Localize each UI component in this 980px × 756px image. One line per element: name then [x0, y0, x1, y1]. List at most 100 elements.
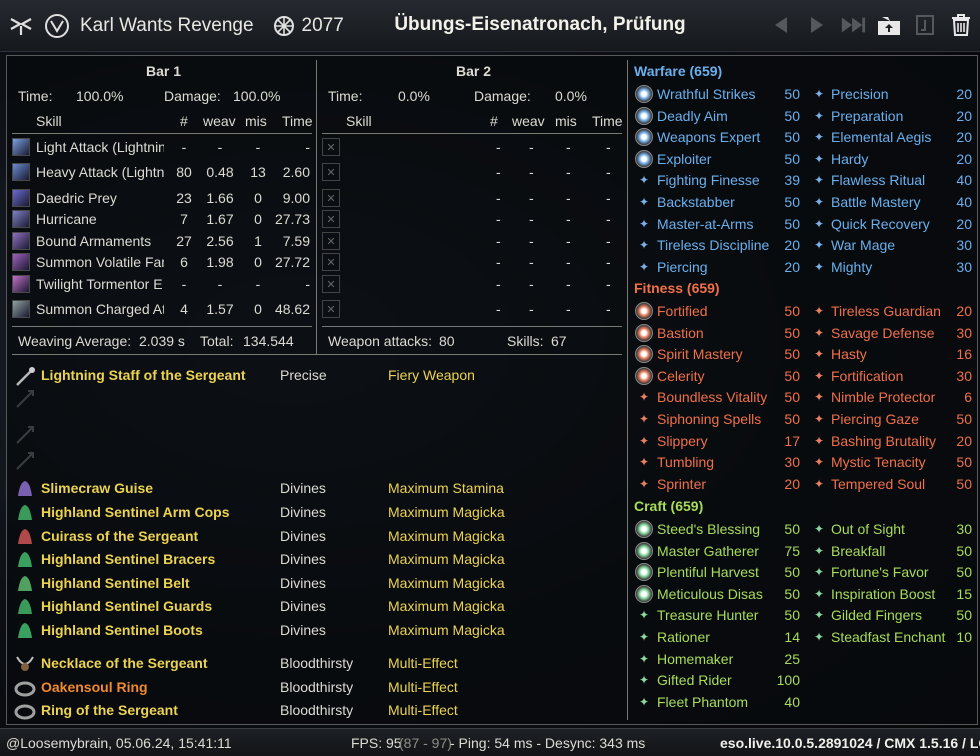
gear-enchant: Maximum Magicka: [388, 622, 505, 638]
log-icon[interactable]: [8, 13, 34, 39]
cp-star-points: 16: [956, 346, 972, 363]
skill-weav: -: [529, 139, 534, 155]
cp-star-points: 6: [964, 389, 972, 406]
cp-star-points: 50: [784, 367, 800, 384]
delete-icon[interactable]: [948, 10, 974, 40]
skill-name: Heavy Attack (Lightni: [36, 164, 164, 180]
cp-star-name: Backstabber: [657, 194, 735, 210]
next-fight-button[interactable]: [804, 10, 830, 40]
passive-star-icon: ✦: [813, 87, 825, 101]
skill-count: -: [496, 233, 501, 249]
cp-star-points: 50: [784, 585, 800, 602]
last-fight-button[interactable]: [840, 10, 866, 40]
skill-mis: -: [566, 276, 571, 292]
gear-enchant: Fiery Weapon: [388, 367, 475, 383]
bar1-weaving-value: 2.039 s: [139, 333, 185, 349]
skill-time: -: [606, 164, 611, 180]
skill-count: -: [496, 301, 501, 317]
skill-mis: 0: [254, 301, 262, 317]
gear-name[interactable]: Necklace of the Sergeant: [41, 654, 208, 672]
skill-count: -: [181, 139, 187, 155]
bar2-time: 0.0%: [398, 88, 430, 104]
cp-star-points: 50: [784, 411, 800, 427]
cp-star-name: Siphoning Spells: [657, 411, 762, 427]
passive-star-icon: ✦: [813, 325, 825, 340]
passive-star-icon: ✦: [638, 651, 650, 666]
cp-star-name: Fleet Phantom: [657, 693, 749, 710]
skill-mis: -: [255, 276, 261, 292]
skill-time: 48.62: [274, 301, 310, 317]
load-log-icon[interactable]: [912, 10, 938, 40]
cp-star-name: Mystic Tenacity: [831, 454, 926, 471]
gear-name[interactable]: Cuirass of the Sergeant: [41, 527, 198, 545]
skill-mis: -: [566, 139, 571, 155]
gear-trait: Divines: [280, 622, 326, 638]
slotted-star-icon: [635, 520, 653, 538]
empty-skill-slot-icon: ✕: [322, 210, 340, 228]
cp-star-points: 50: [784, 324, 800, 341]
bar2-header-time: Time: [592, 113, 623, 129]
shoulder-icon: [14, 502, 36, 524]
cp-star-name: Boundless Vitality: [657, 389, 768, 406]
cp-star-name: Quick Recovery: [831, 215, 930, 232]
skill-name: Daedric Prey: [36, 190, 117, 206]
cp-star-points: 17: [784, 432, 800, 449]
gear-name[interactable]: Oakensoul Ring: [41, 678, 148, 696]
passive-star-icon: ✦: [638, 455, 650, 470]
passive-star-icon: ✦: [638, 195, 650, 209]
bar1-header-count: #: [180, 113, 188, 129]
skill-time: -: [606, 276, 611, 292]
boots-icon: [14, 620, 36, 642]
cp-star-name: Homemaker: [657, 650, 734, 667]
cp-star-points: 50: [784, 607, 800, 624]
bar1-footer-divider: [12, 326, 312, 327]
cp-star-points: 15: [956, 585, 972, 602]
cp-star-points: 50: [784, 215, 800, 232]
champion-point-icon: [272, 14, 296, 38]
cp-star-name: Plentiful Harvest: [657, 564, 759, 581]
gear-name[interactable]: Ring of the Sergeant: [41, 701, 178, 719]
cp-star-name: Slippery: [657, 432, 708, 449]
cp-star-name: War Mage: [831, 237, 896, 254]
skill-time: 7.59: [282, 233, 310, 249]
cp-star-name: Treasure Hunter: [657, 607, 759, 624]
skill-weav: -: [217, 276, 223, 292]
previous-fight-button[interactable]: [768, 10, 794, 40]
gear-name[interactable]: Slimecraw Guise: [41, 479, 153, 497]
cp-star-points: 40: [956, 194, 972, 210]
skill-icon: [12, 163, 30, 181]
passive-star-icon: ✦: [638, 433, 650, 448]
slotted-star-icon: [635, 584, 653, 603]
passive-star-icon: ✦: [813, 347, 825, 362]
cp-star-points: 20: [956, 107, 972, 124]
skill-mis: 0: [254, 254, 262, 270]
cp-star-name: Steed's Blessing: [657, 521, 761, 537]
upload-icon[interactable]: [876, 10, 902, 40]
passive-star-icon: ✦: [638, 608, 650, 623]
skill-mis: 13: [250, 164, 266, 180]
skill-time: 2.60: [282, 164, 310, 180]
gear-name[interactable]: Highland Sentinel Arm Cops: [41, 503, 230, 521]
passive-star-icon: ✦: [813, 608, 825, 623]
cp-star-points: 50: [784, 194, 800, 210]
cp-star-points: 20: [956, 86, 972, 102]
skill-time: -: [606, 233, 611, 249]
passive-star-icon: ✦: [813, 586, 825, 601]
cp-star-points: 50: [784, 389, 800, 406]
cp-star-name: Steadfast Enchant: [831, 629, 946, 645]
cp-star-points: 20: [784, 258, 800, 275]
cp-star-name: Preparation: [831, 107, 904, 124]
gear-name[interactable]: Lightning Staff of the Sergeant: [41, 366, 246, 384]
bar1-damage-label: Damage:: [164, 88, 221, 104]
bar2-damage: 0.0%: [555, 88, 587, 104]
skill-mis: -: [566, 254, 571, 270]
cp-star-name: Inspiration Boost: [831, 585, 936, 602]
gear-name[interactable]: Highland Sentinel Bracers: [41, 550, 215, 568]
cp-star-name: Precision: [831, 86, 889, 102]
gear-name[interactable]: Highland Sentinel Boots: [41, 621, 203, 639]
skill-time: -: [606, 301, 611, 317]
gear-name[interactable]: Highland Sentinel Guards: [41, 597, 212, 615]
gear-name[interactable]: Highland Sentinel Belt: [41, 574, 190, 592]
bar1-header-divider: [12, 133, 312, 134]
footer-fps-range: (87 - 97): [399, 735, 452, 751]
